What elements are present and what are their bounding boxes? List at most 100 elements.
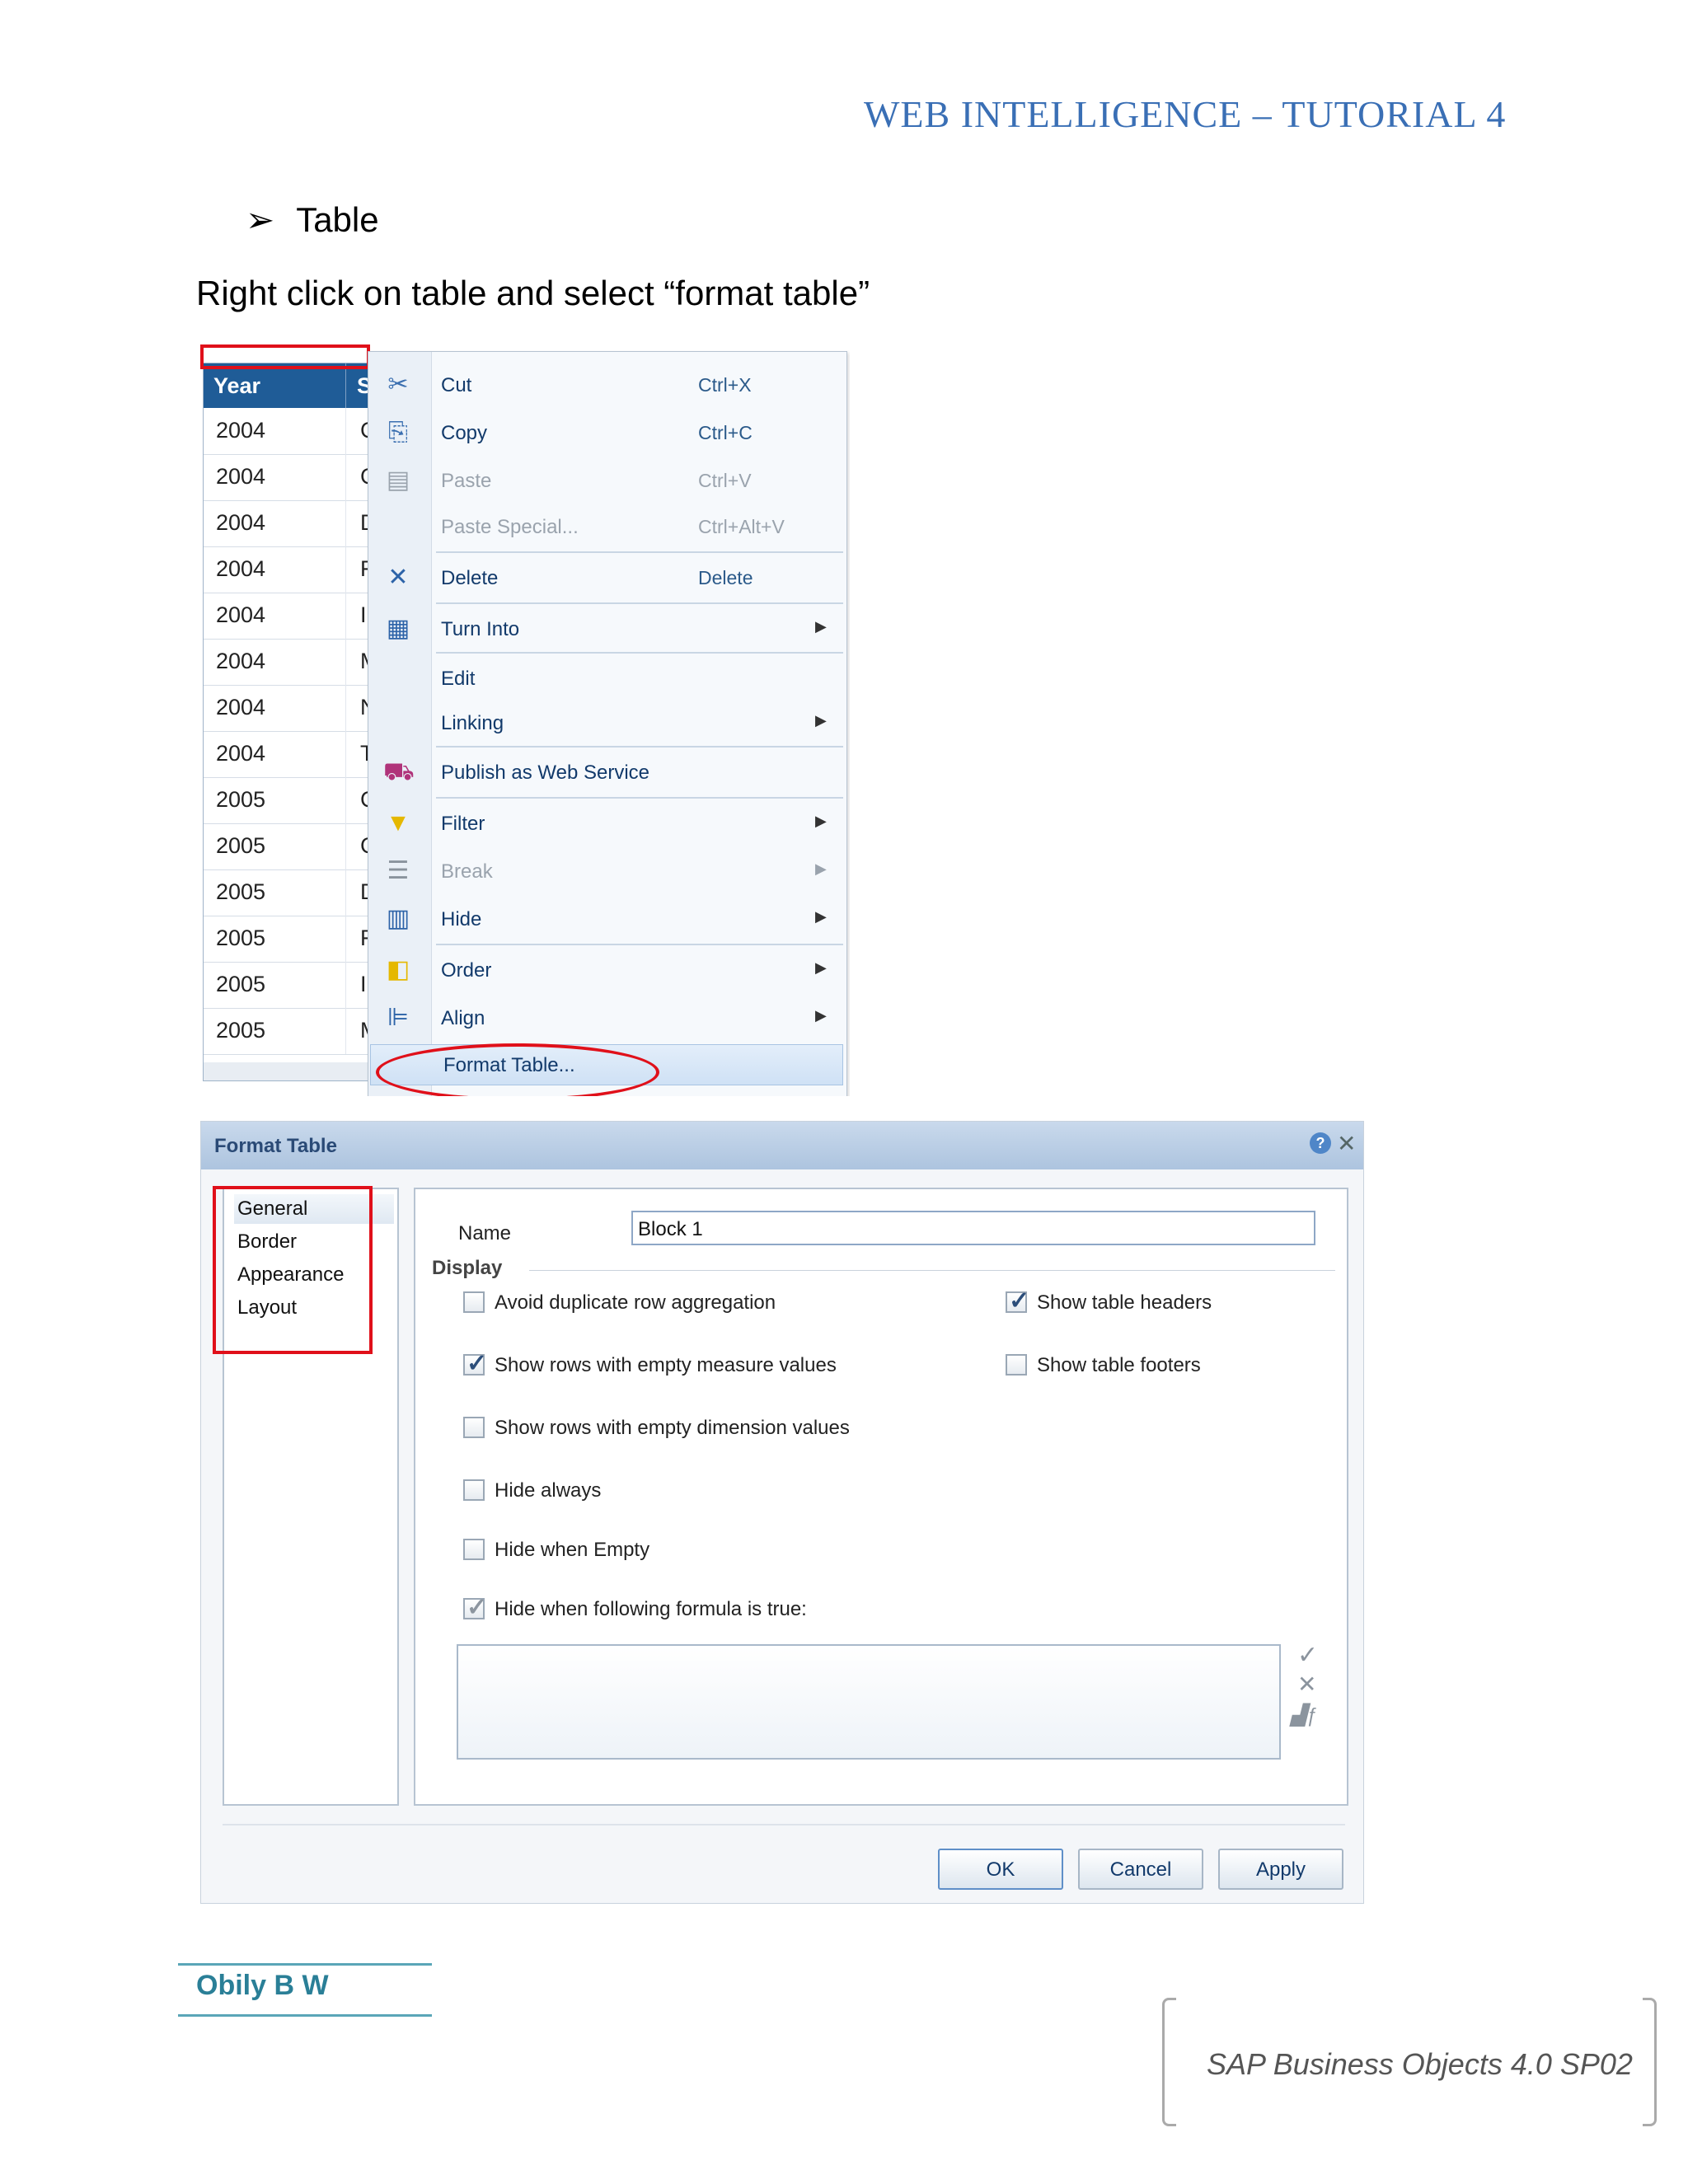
checkbox-label: Hide when Empty <box>495 1539 650 1561</box>
delete-icon: ✕ <box>387 564 409 591</box>
cell-year[interactable]: 2004 <box>216 464 265 490</box>
menu-item-shortcut: Delete <box>698 567 753 588</box>
menu-item-shortcut: Ctrl+C <box>698 422 753 443</box>
menu-item-order[interactable]: ◧ Order ▶ <box>368 950 846 990</box>
cell-year[interactable]: 2004 <box>216 741 265 766</box>
footer-product-text: SAP Business Objects 4.0 SP02 <box>1207 2047 1633 2081</box>
clear-formula-icon[interactable]: ✕ <box>1297 1671 1316 1698</box>
menu-item-copy[interactable]: ⎘ Copy Ctrl+C <box>368 413 846 452</box>
menu-item-label: Paste <box>441 470 492 492</box>
cell-year[interactable]: 2005 <box>216 926 265 951</box>
menu-item-paste[interactable]: ▤ Paste Ctrl+V <box>368 461 846 500</box>
cell-divider <box>345 546 346 593</box>
close-icon[interactable]: ✕ <box>1337 1130 1356 1157</box>
apply-button[interactable]: Apply <box>1218 1849 1343 1890</box>
name-input[interactable]: Block 1 <box>631 1211 1315 1245</box>
menu-item-label: Publish as Web Service <box>441 762 650 784</box>
menu-item-paste-special[interactable]: Paste Special... Ctrl+Alt+V <box>368 507 846 546</box>
menu-item-turn-into[interactable]: ▦ Turn Into ▶ <box>368 609 846 649</box>
ok-button[interactable]: OK <box>938 1849 1063 1890</box>
table-header-year[interactable]: Year <box>213 373 260 399</box>
menu-item-label: Paste Special... <box>441 516 579 538</box>
cell-divider <box>345 1008 346 1054</box>
menu-item-label: Align <box>441 1007 485 1029</box>
cell-year[interactable]: 2004 <box>216 649 265 674</box>
dialog-title: Format Table <box>214 1135 337 1157</box>
bullet-text: Table <box>296 200 379 239</box>
checkbox-box[interactable]: ✓ <box>463 1350 487 1377</box>
cell-value[interactable]: I <box>360 972 367 997</box>
filter-icon: ▼ <box>386 809 410 837</box>
menu-item-cut[interactable]: ✂ Cut Ctrl+X <box>368 365 846 405</box>
menu-item-linking[interactable]: Linking ▶ <box>368 703 846 743</box>
cell-year[interactable]: 2005 <box>216 1018 265 1043</box>
menu-item-delete[interactable]: ✕ Delete Delete <box>368 558 846 598</box>
footer-bracket-left <box>1162 1998 1176 2126</box>
checkbox-box[interactable] <box>463 1539 485 1560</box>
cell-divider <box>345 500 346 546</box>
cell-divider <box>345 916 346 962</box>
annotation-highlight-rect <box>213 1186 373 1354</box>
name-label: Name <box>458 1222 512 1244</box>
cell-divider <box>345 454 346 500</box>
menu-item-filter[interactable]: ▼ Filter ▶ <box>368 804 846 843</box>
instruction-text: Right click on table and select “format … <box>196 274 870 312</box>
cancel-button[interactable]: Cancel <box>1078 1849 1203 1890</box>
formula-editor-icon[interactable]: ▟ƒ <box>1291 1704 1317 1727</box>
cell-value[interactable]: I <box>360 602 367 628</box>
menu-item-label: Filter <box>441 813 485 835</box>
order-icon: ◧ <box>386 956 410 983</box>
formula-input[interactable] <box>457 1644 1281 1760</box>
cell-year[interactable]: 2005 <box>216 879 265 905</box>
checkbox-box[interactable] <box>1006 1354 1027 1376</box>
cell-year[interactable]: 2004 <box>216 556 265 582</box>
annotation-highlight-rect <box>200 344 370 369</box>
footer-product-box: SAP Business Objects 4.0 SP02 <box>1162 1998 1657 2130</box>
cell-year[interactable]: 2005 <box>216 972 265 997</box>
checkbox-label: Show rows with empty dimension values <box>495 1417 850 1439</box>
menu-item-label: Edit <box>441 668 476 690</box>
help-icon[interactable]: ? <box>1310 1132 1331 1154</box>
validate-formula-icon[interactable]: ✓ <box>1297 1641 1318 1670</box>
cell-year[interactable]: 2004 <box>216 510 265 536</box>
context-menu-screenshot: Year S 2004C 2004C 2004D 2004F 2004I 200… <box>200 344 850 1096</box>
menu-item-publish-web-service[interactable]: ⛟ Publish as Web Service <box>368 752 846 792</box>
menu-item-hide[interactable]: ▥ Hide ▶ <box>368 899 846 939</box>
checkbox-box[interactable]: ✓ <box>1006 1287 1029 1315</box>
checkbox-box[interactable]: ✓ <box>463 1594 487 1621</box>
checkbox-box[interactable] <box>463 1291 485 1313</box>
submenu-arrow-icon: ▶ <box>815 1007 827 1024</box>
turn-into-icon: ▦ <box>386 615 410 642</box>
menu-separator <box>436 746 843 748</box>
break-icon: ☰ <box>387 857 410 884</box>
menu-item-label: Break <box>441 860 493 883</box>
cell-divider <box>345 962 346 1008</box>
menu-item-break[interactable]: ☰ Break ▶ <box>368 851 846 891</box>
author-name: Obily B W <box>196 1970 329 2001</box>
header-divider <box>345 363 346 408</box>
checkbox-box[interactable] <box>463 1479 485 1501</box>
submenu-arrow-icon: ▶ <box>815 908 827 925</box>
menu-separator <box>436 797 843 799</box>
cell-divider <box>345 408 346 454</box>
cell-year[interactable]: 2005 <box>216 787 265 813</box>
submenu-arrow-icon: ▶ <box>815 959 827 976</box>
cell-divider <box>345 823 346 869</box>
cell-year[interactable]: 2005 <box>216 833 265 859</box>
menu-item-align[interactable]: ⊫ Align ▶ <box>368 998 846 1038</box>
checkbox-label: Avoid duplicate row aggregation <box>495 1291 776 1314</box>
cell-year[interactable]: 2004 <box>216 418 265 443</box>
checkbox-label: Show table footers <box>1037 1354 1201 1376</box>
menu-separator <box>436 652 843 654</box>
bullet-heading: ➢ Table <box>246 199 379 240</box>
menu-item-label: Copy <box>441 422 488 444</box>
checkbox-box[interactable] <box>463 1417 485 1438</box>
display-section-label: Display <box>432 1257 503 1279</box>
menu-item-label: Turn Into <box>441 618 520 640</box>
display-divider <box>529 1270 1335 1271</box>
cell-year[interactable]: 2004 <box>216 602 265 628</box>
cell-year[interactable]: 2004 <box>216 695 265 720</box>
author-rule-bottom <box>178 2014 432 2017</box>
menu-item-label: Cut <box>441 374 472 396</box>
menu-item-edit[interactable]: Edit <box>368 658 846 698</box>
